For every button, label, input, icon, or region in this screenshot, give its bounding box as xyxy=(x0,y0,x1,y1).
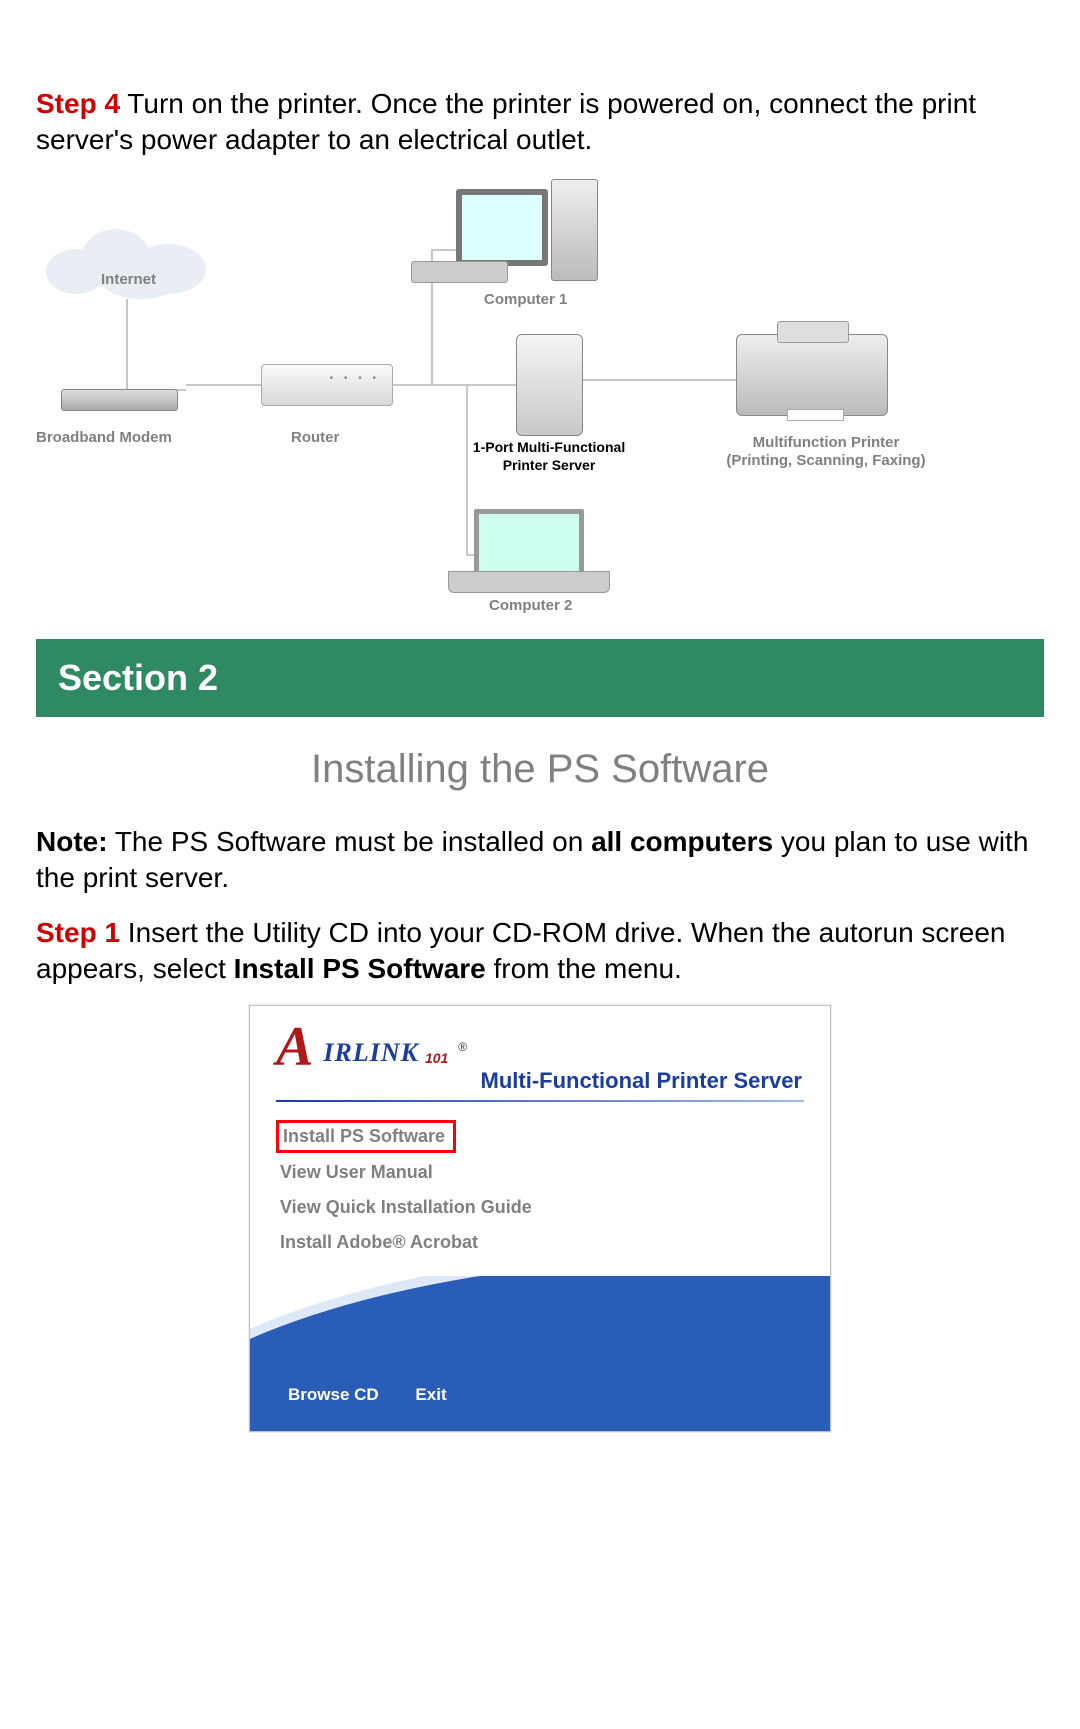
router-icon xyxy=(261,364,393,406)
computer1-keyboard-icon xyxy=(411,261,508,283)
step1-paragraph: Step 1 Insert the Utility CD into your C… xyxy=(36,915,1044,988)
menu-install-acrobat[interactable]: Install Adobe® Acrobat xyxy=(276,1227,804,1258)
computer2-label: Computer 2 xyxy=(489,597,572,614)
note-label: Note: xyxy=(36,826,108,857)
logo-101: 101 xyxy=(425,1050,448,1066)
modem-icon xyxy=(61,389,178,411)
print-server-icon xyxy=(516,334,583,436)
wire xyxy=(581,379,736,381)
menu-install-ps-label: Install PS Software xyxy=(276,1120,456,1153)
step4-paragraph: Step 4 Turn on the printer. Once the pri… xyxy=(36,86,1044,159)
computer2-screen-icon xyxy=(474,509,584,579)
printserver-label-1: 1-Port Multi-Functional xyxy=(454,439,644,455)
section-banner: Section 2 xyxy=(36,639,1044,717)
menu-view-qig[interactable]: View Quick Installation Guide xyxy=(276,1192,804,1223)
computer1-monitor-icon xyxy=(456,189,548,266)
autorun-title: Multi-Functional Printer Server xyxy=(481,1068,803,1093)
menu-view-manual[interactable]: View User Manual xyxy=(276,1157,804,1188)
step1-t2: from the menu. xyxy=(486,953,682,984)
browse-cd-link[interactable]: Browse CD xyxy=(288,1385,379,1404)
autorun-footer: ////// Browse CD Exit xyxy=(250,1276,830,1431)
note-bold: all computers xyxy=(591,826,773,857)
computer1-tower-icon xyxy=(551,179,598,281)
logo-text: irLink xyxy=(323,1038,419,1068)
logo-a-icon: A xyxy=(276,1028,313,1067)
printer-label-1: Multifunction Printer xyxy=(716,434,936,451)
autorun-top: A irLink 101 ® Multi-Functional Printer … xyxy=(250,1006,830,1275)
logo-registered-icon: ® xyxy=(458,1040,467,1054)
note-paragraph: Note: The PS Software must be installed … xyxy=(36,824,1044,897)
document-page: Step 4 Turn on the printer. Once the pri… xyxy=(0,0,1080,1472)
autorun-window: A irLink 101 ® Multi-Functional Printer … xyxy=(249,1005,831,1431)
airlink-logo: A irLink 101 ® xyxy=(276,1028,804,1067)
wire xyxy=(126,299,128,389)
step1-bold: Install PS Software xyxy=(234,953,486,984)
router-label: Router xyxy=(291,429,339,446)
wire xyxy=(391,384,516,386)
modem-label: Broadband Modem xyxy=(36,429,172,446)
computer2-base-icon xyxy=(448,571,610,593)
note-t1: The PS Software must be installed on xyxy=(108,826,592,857)
network-diagram: Internet Broadband Modem Router Computer… xyxy=(36,179,1036,609)
step1-label: Step 1 xyxy=(36,917,120,948)
autorun-divider xyxy=(276,1100,804,1102)
printer-icon xyxy=(736,334,888,416)
autorun-bottom-links: Browse CD Exit xyxy=(288,1385,479,1405)
wire xyxy=(186,384,261,386)
exit-link[interactable]: Exit xyxy=(415,1385,446,1404)
step4-text: Turn on the printer. Once the printer is… xyxy=(36,88,976,155)
printserver-label-2: Printer Server xyxy=(454,457,644,473)
computer1-label: Computer 1 xyxy=(484,291,567,308)
section-subtitle: Installing the PS Software xyxy=(36,747,1044,792)
menu-install-ps[interactable]: Install PS Software xyxy=(276,1120,804,1157)
internet-label: Internet xyxy=(101,271,156,288)
printer-label-2: (Printing, Scanning, Faxing) xyxy=(716,452,936,469)
step4-label: Step 4 xyxy=(36,88,120,119)
